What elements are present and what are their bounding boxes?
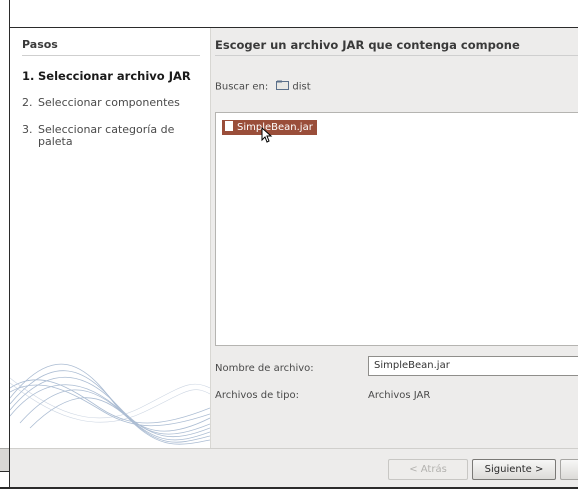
step-label: Seleccionar categoría de paleta: [38, 123, 175, 148]
file-name: SimpleBean.jar: [237, 122, 313, 133]
step-2: 2. Seleccionar componentes: [22, 97, 202, 109]
next-button[interactable]: Siguiente >: [472, 459, 556, 480]
step-3: 3. Seleccionar categoría de paleta: [22, 124, 202, 148]
main-panel: Escoger un archivo JAR que contenga comp…: [211, 28, 578, 448]
file-type-value: Archivos JAR: [368, 390, 431, 401]
step-number: 2.: [22, 96, 33, 109]
step-label: Seleccionar componentes: [38, 96, 180, 109]
step-number: 3.: [22, 123, 33, 136]
page-title: Escoger un archivo JAR que contenga comp…: [215, 38, 520, 52]
file-name-field[interactable]: SimpleBean.jar: [368, 356, 578, 376]
file-name-label: Nombre de archivo:: [215, 363, 314, 374]
step-label: Seleccionar archivo JAR: [38, 69, 191, 83]
look-in-label: Buscar en:: [215, 81, 269, 93]
divider: [22, 55, 200, 56]
steps-panel: Pasos 1. Seleccionar archivo JAR 2. Selecc…: [10, 28, 211, 448]
step-1: 1. Seleccionar archivo JAR: [22, 70, 202, 83]
file-type-label: Archivos de tipo:: [215, 390, 299, 401]
file-icon: [225, 121, 233, 131]
back-button[interactable]: < Atrás: [388, 459, 468, 480]
file-list[interactable]: SimpleBean.jar: [215, 112, 578, 346]
left-edge: [0, 0, 10, 489]
button-bar: < Atrás Siguiente >: [10, 448, 578, 488]
folder-icon: [276, 80, 290, 93]
look-in-value[interactable]: dist: [292, 82, 310, 93]
steps-title: Pasos: [22, 38, 58, 51]
step-number: 1.: [22, 69, 35, 83]
background-strip: [0, 0, 578, 27]
left-edge-bottom: [0, 448, 9, 472]
decorative-waves: [10, 363, 210, 445]
finish-button[interactable]: [560, 459, 578, 480]
divider: [215, 55, 578, 56]
mouse-cursor-icon: [261, 127, 273, 143]
look-in-row: Buscar en: dist: [215, 80, 311, 93]
